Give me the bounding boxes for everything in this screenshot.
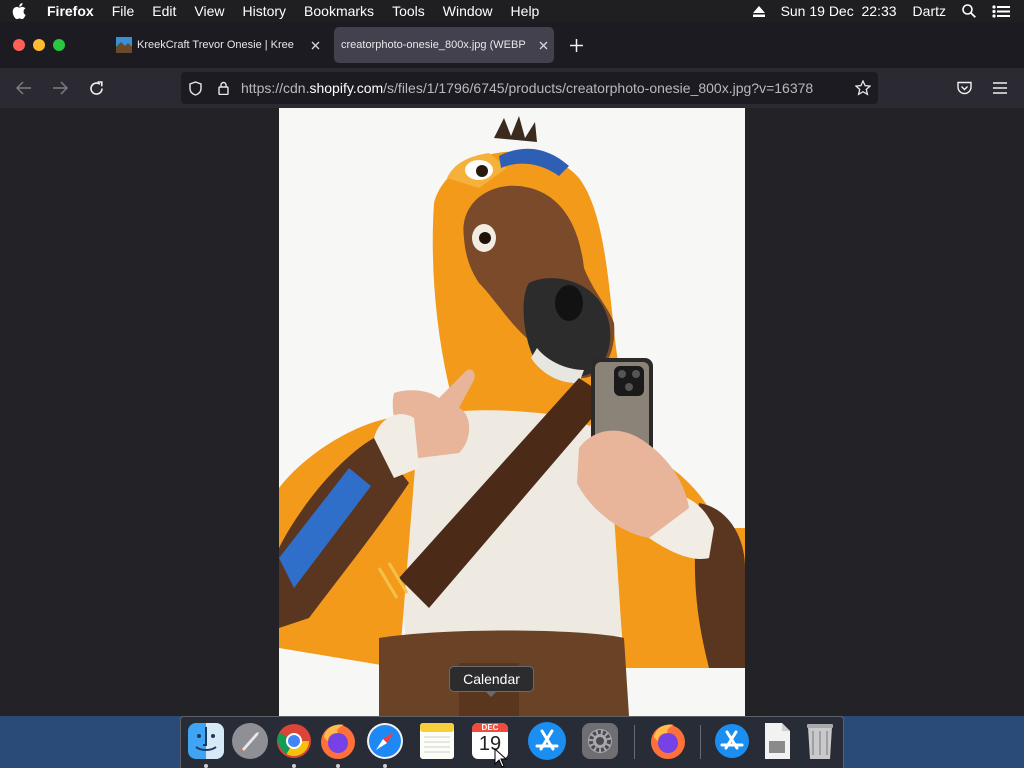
close-window-button[interactable]	[13, 39, 25, 51]
menu-edit[interactable]: Edit	[143, 3, 185, 19]
back-arrow-icon[interactable]	[14, 78, 34, 98]
tab-creatorphoto[interactable]: creatorphoto-onesie_800x.jpg (WEBP	[334, 27, 554, 63]
safari-icon[interactable]	[363, 719, 407, 763]
spotlight-search-icon[interactable]	[954, 4, 984, 18]
tab-title: creatorphoto-onesie_800x.jpg (WEBP	[341, 39, 526, 51]
dock: DEC 19	[180, 716, 844, 768]
app-store-icon[interactable]	[710, 719, 754, 763]
padlock-icon[interactable]	[209, 81, 237, 95]
bookmark-star-icon[interactable]	[848, 80, 878, 96]
url-host: shopify.com	[309, 80, 384, 96]
dock-tooltip: Calendar	[449, 666, 534, 692]
close-tab-icon[interactable]	[304, 41, 326, 50]
chrome-icon[interactable]	[272, 719, 316, 763]
apple-menu-icon[interactable]	[0, 3, 38, 19]
firefox-icon[interactable]	[316, 719, 360, 763]
launchpad-icon[interactable]	[228, 719, 272, 763]
hamburger-menu-icon[interactable]	[990, 78, 1010, 98]
menu-app-name[interactable]: Firefox	[38, 3, 103, 19]
preview-document-icon[interactable]	[755, 719, 799, 763]
menu-bookmarks[interactable]: Bookmarks	[295, 3, 383, 19]
new-tab-plus-icon[interactable]	[566, 35, 586, 55]
tab-bar: KreekCraft Trevor Onesie | Kree creatorp…	[0, 22, 1024, 68]
app-store-icon[interactable]	[525, 719, 569, 763]
menu-tools[interactable]: Tools	[383, 3, 434, 19]
menu-help[interactable]: Help	[502, 3, 549, 19]
running-indicator	[336, 764, 340, 768]
image-viewer	[0, 108, 1024, 716]
running-indicator	[383, 764, 387, 768]
mouse-cursor-icon	[494, 748, 508, 768]
finder-icon[interactable]	[184, 719, 228, 763]
menubar-datetime[interactable]: Sun 19 Dec 22:33	[773, 3, 905, 19]
eject-icon[interactable]	[745, 5, 773, 17]
menubar-user[interactable]: Dartz	[905, 3, 954, 19]
menu-bar: Firefox File Edit View History Bookmarks…	[0, 0, 1024, 22]
tracking-protection-shield-icon[interactable]	[181, 80, 209, 96]
menu-view[interactable]: View	[185, 3, 233, 19]
zoom-window-button[interactable]	[53, 39, 65, 51]
forward-arrow-icon[interactable]	[50, 78, 70, 98]
desktop: { "menubar": { "app_name": "Firefox", "i…	[0, 0, 1024, 768]
dock-separator	[700, 725, 701, 759]
menu-history[interactable]: History	[233, 3, 295, 19]
calendar-month: DEC	[481, 723, 499, 732]
tab-kreekcraft[interactable]: KreekCraft Trevor Onesie | Kree	[110, 27, 326, 63]
kreekcraft-favicon-icon	[116, 37, 132, 53]
url-path: /s/files/1/1796/6745/products/creatorpho…	[383, 80, 814, 96]
close-tab-icon[interactable]	[532, 41, 554, 50]
url-prefix: https://cdn.	[241, 80, 310, 96]
tab-title: KreekCraft Trevor Onesie | Kree	[137, 39, 294, 51]
minimize-window-button[interactable]	[33, 39, 45, 51]
firefox-icon[interactable]	[646, 719, 690, 763]
dock-tooltip-arrow	[485, 691, 497, 697]
system-preferences-icon[interactable]	[578, 719, 622, 763]
address-bar[interactable]: https://cdn.shopify.com/s/files/1/1796/6…	[181, 72, 878, 104]
menu-file[interactable]: File	[103, 3, 144, 19]
url-text[interactable]: https://cdn.shopify.com/s/files/1/1796/6…	[237, 80, 848, 96]
navigation-toolbar: https://cdn.shopify.com/s/files/1/1796/6…	[0, 68, 1024, 108]
menu-window[interactable]: Window	[434, 3, 502, 19]
trash-icon[interactable]	[798, 719, 842, 763]
product-photo-horse-mask-onesie[interactable]	[279, 108, 745, 716]
running-indicator	[204, 764, 208, 768]
firefox-window: KreekCraft Trevor Onesie | Kree creatorp…	[0, 22, 1024, 716]
dock-separator	[634, 725, 635, 759]
running-indicator	[292, 764, 296, 768]
reload-icon[interactable]	[86, 78, 106, 98]
pocket-icon[interactable]	[954, 78, 974, 98]
control-center-icon[interactable]	[984, 4, 1024, 18]
notes-icon[interactable]	[415, 719, 459, 763]
